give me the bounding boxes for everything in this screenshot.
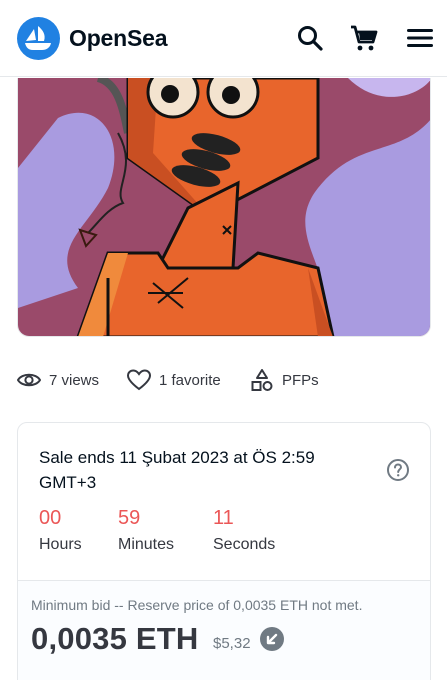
timer-hours-label: Hours (39, 536, 82, 553)
brand-name[interactable]: OpenSea (69, 25, 168, 52)
timer-seconds-value: 11 (213, 507, 234, 529)
arrow-down-left-icon[interactable] (260, 627, 284, 651)
search-icon[interactable] (294, 22, 326, 54)
timer-minutes-value: 59 (118, 507, 141, 529)
category-label: PFPs (282, 371, 319, 389)
heart-icon[interactable] (127, 369, 151, 391)
usd-price: $5,32 (213, 635, 251, 652)
timer-seconds-label: Seconds (213, 536, 276, 553)
timer-hours: 00 Hours (39, 507, 82, 554)
shapes-icon (250, 368, 274, 392)
sale-end-text: Sale ends 11 Şubat 2023 at ÖS 2:59 GMT+3 (39, 448, 315, 492)
views-label: 7 views (49, 371, 100, 389)
nft-artwork-image[interactable] (17, 78, 431, 337)
views-stat: 7 views (17, 366, 99, 394)
minimum-bid-note: Minimum bid -- Reserve price of 0,0035 E… (31, 597, 363, 613)
opensea-logo-icon[interactable] (17, 17, 60, 60)
question-mark-icon[interactable] (386, 458, 410, 482)
eth-price: 0,0035 ETH (31, 621, 199, 656)
category-stat[interactable]: PFPs (250, 366, 319, 394)
top-header: OpenSea (0, 0, 447, 77)
timer-minutes: 59 Minutes (118, 507, 174, 554)
favorites-stat[interactable]: 1 favorite (127, 366, 221, 394)
stats-row: 7 views 1 favorite PFPs (17, 366, 431, 394)
timer-hours-value: 00 (39, 507, 62, 529)
hamburger-menu-icon[interactable] (404, 22, 436, 54)
timer-seconds: 11 Seconds (213, 507, 275, 554)
cart-icon[interactable] (348, 22, 380, 54)
price-section: Minimum bid -- Reserve price of 0,0035 E… (18, 580, 430, 680)
eye-icon (17, 371, 41, 389)
timer-minutes-label: Minutes (118, 536, 175, 553)
favorites-label: 1 favorite (159, 371, 221, 389)
sale-card: Sale ends 11 Şubat 2023 at ÖS 2:59 GMT+3… (17, 422, 431, 680)
